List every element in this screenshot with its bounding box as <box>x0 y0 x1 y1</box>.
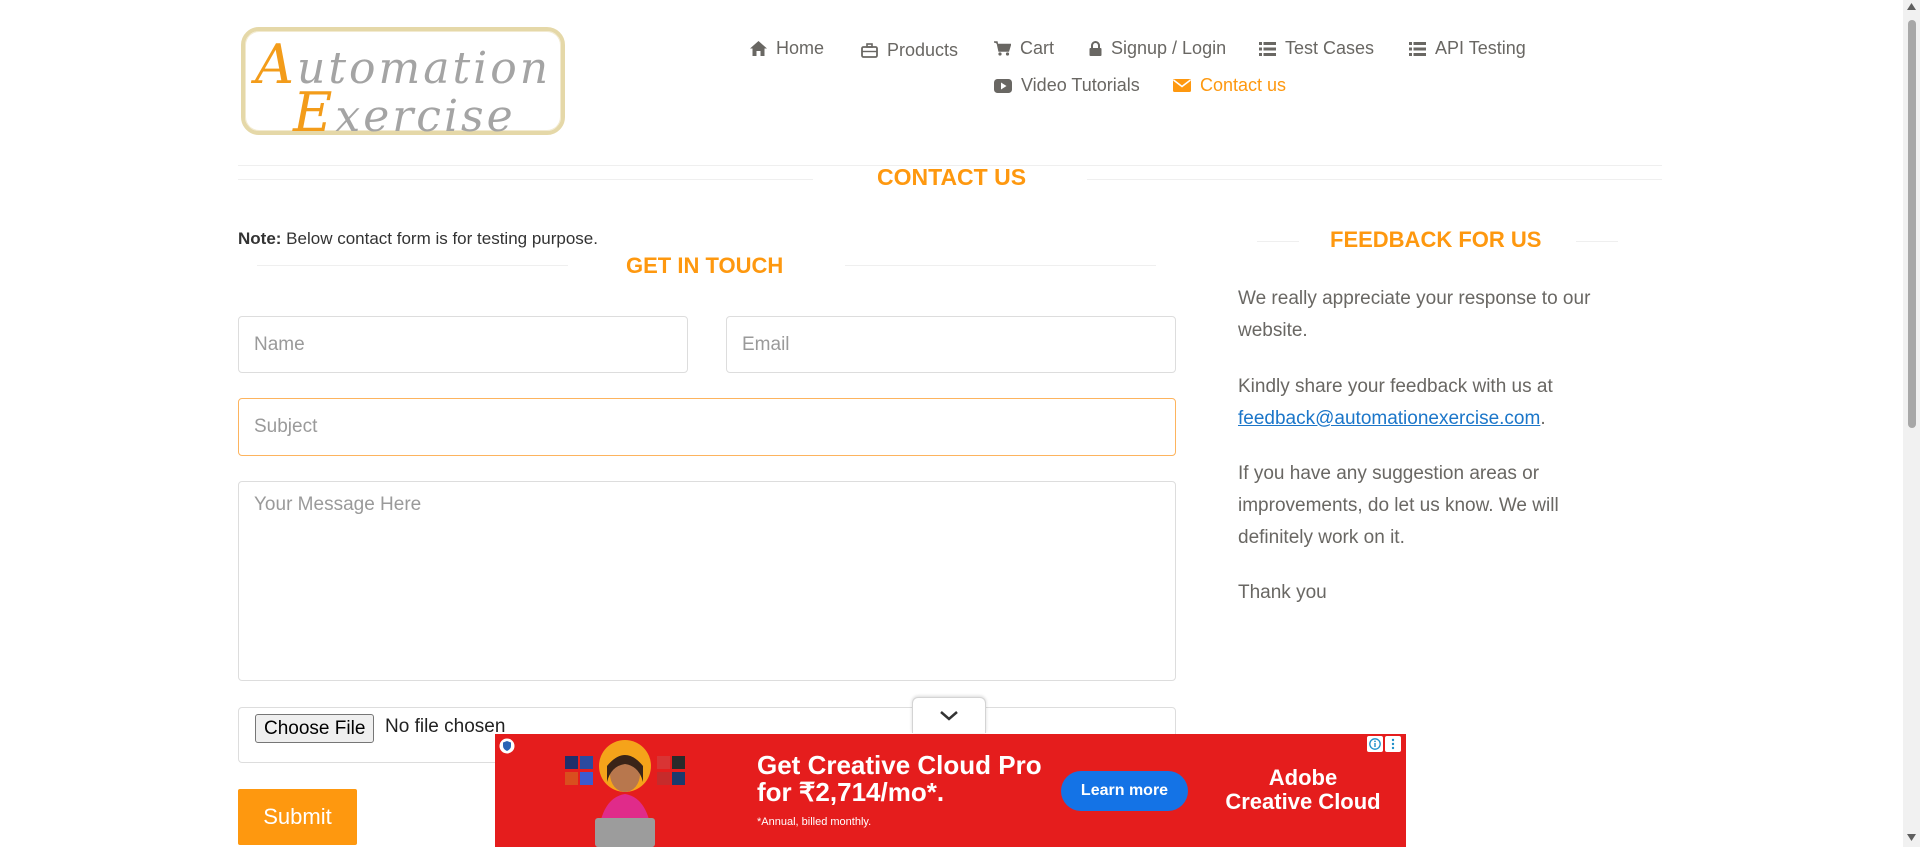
nav-video-tutorials[interactable]: Video Tutorials <box>994 75 1140 96</box>
name-input[interactable] <box>238 316 688 373</box>
scrollbar-thumb[interactable] <box>1908 20 1916 428</box>
logo-line-2: Exercise <box>293 81 516 144</box>
feedback-paragraph-2: Kindly share your feedback with us at fe… <box>1238 376 1553 429</box>
message-textarea[interactable] <box>238 481 1176 681</box>
ad-collapse-button[interactable] <box>912 697 986 733</box>
feedback-email-link[interactable]: feedback@automationexercise.com <box>1238 408 1540 429</box>
feedback-paragraph-4: Thank you <box>1238 582 1327 603</box>
email-input[interactable] <box>726 316 1176 373</box>
ad-headline: Get Creative Cloud Pro for ₹2,714/mo*. <box>757 750 1042 807</box>
feedback-title: Feedback For Us <box>1330 227 1542 252</box>
ad-person-illustration <box>565 740 685 847</box>
scroll-up-arrow-icon[interactable] <box>1907 3 1916 10</box>
chevron-down-icon <box>940 710 958 721</box>
home-icon <box>750 41 767 56</box>
list-icon <box>1409 41 1426 56</box>
nav-api-testing-label: API Testing <box>1435 38 1526 58</box>
nav-cart[interactable]: Cart <box>994 38 1054 59</box>
nav-signup-label: Signup / Login <box>1111 38 1227 58</box>
nav-home[interactable]: Home <box>750 38 824 59</box>
nav-signup-login[interactable]: Signup / Login <box>1089 38 1226 59</box>
nav-products-label: Products <box>887 40 959 60</box>
nav-test-cases[interactable]: Test Cases <box>1259 38 1374 59</box>
feedback-paragraph-1: We really appreciate your response to ou… <box>1238 288 1591 341</box>
nav-video-label: Video Tutorials <box>1021 75 1140 95</box>
divider <box>238 179 813 180</box>
nav-contact-label: Contact us <box>1200 75 1287 95</box>
youtube-play-icon <box>994 78 1012 93</box>
submit-button[interactable]: Submit <box>238 789 357 845</box>
divider <box>257 265 568 266</box>
divider <box>1087 179 1662 180</box>
divider <box>1257 241 1299 242</box>
ad-brand-logo: Adobe Creative Cloud <box>1225 765 1381 814</box>
cart-icon <box>994 41 1011 56</box>
choose-file-button[interactable]: Choose File <box>255 714 375 743</box>
briefcase-icon <box>861 43 878 58</box>
nav-contact-us[interactable]: Contact us <box>1173 75 1286 96</box>
nav-cart-label: Cart <box>1020 38 1055 58</box>
ad-subtext: *Annual, billed monthly. <box>757 816 872 828</box>
list-icon <box>1259 41 1276 56</box>
scroll-down-arrow-icon[interactable] <box>1907 834 1916 841</box>
ad-learn-more-button[interactable]: Learn more <box>1061 771 1188 811</box>
nav-api-testing[interactable]: API Testing <box>1409 38 1526 59</box>
divider <box>845 265 1156 266</box>
feedback-paragraph-3: If you have any suggestion areas or impr… <box>1238 463 1559 548</box>
ad-more-options-icon[interactable] <box>1385 736 1401 752</box>
no-file-label: No file chosen <box>385 716 506 737</box>
nav-home-label: Home <box>776 38 825 58</box>
nav-products[interactable]: Products <box>861 40 958 61</box>
shield-icon <box>499 738 515 754</box>
form-note: Note: Below contact form is for testing … <box>238 229 598 248</box>
divider <box>1576 241 1618 242</box>
get-in-touch-title: Get In Touch <box>626 253 784 278</box>
site-logo[interactable]: Automation Exercise <box>241 27 565 144</box>
nav-test-cases-label: Test Cases <box>1285 38 1375 58</box>
page-title: Contact Us <box>877 164 1027 190</box>
page-scrollbar[interactable] <box>1903 0 1920 847</box>
lock-icon <box>1089 41 1102 56</box>
subject-input[interactable] <box>238 398 1176 456</box>
envelope-icon <box>1173 79 1191 92</box>
ad-info-icon[interactable] <box>1367 736 1383 752</box>
ad-banner[interactable]: Get Creative Cloud Pro for ₹2,714/mo*. *… <box>495 734 1406 847</box>
